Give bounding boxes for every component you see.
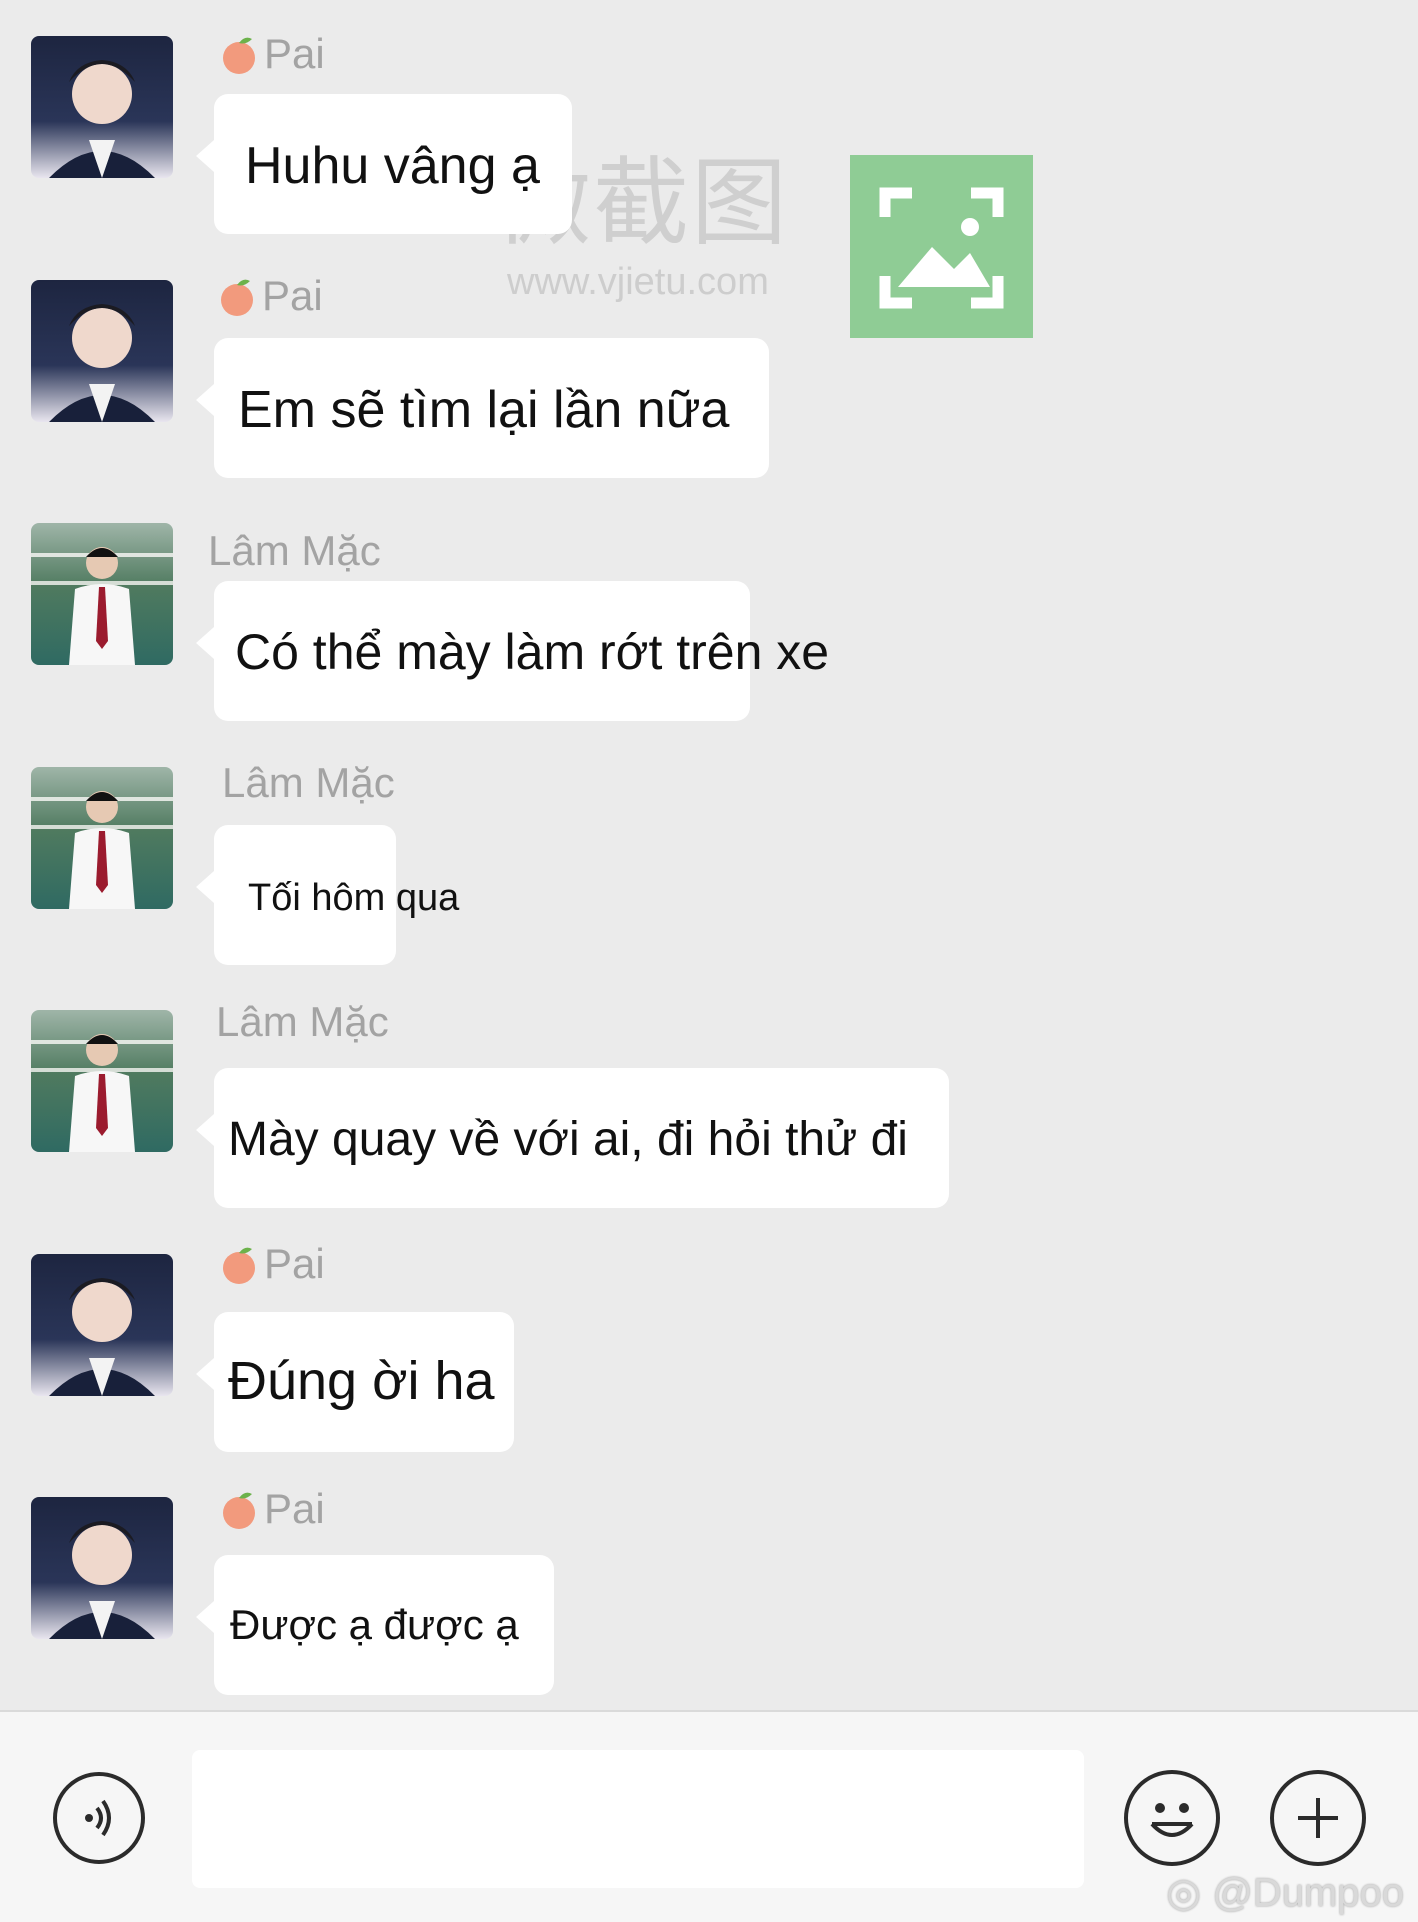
sender-label: Lâm Mặc xyxy=(222,759,395,806)
peach-icon xyxy=(218,1488,260,1530)
avatar[interactable] xyxy=(31,1497,173,1639)
avatar[interactable] xyxy=(31,1010,173,1152)
weibo-icon: ◎ xyxy=(1166,1871,1202,1915)
avatar[interactable] xyxy=(31,1254,173,1396)
message-text: Có thể mày làm rớt trên xe xyxy=(235,624,830,680)
sender-label: Pai xyxy=(262,272,323,319)
watermark-url: www.vjietu.com xyxy=(507,261,769,303)
smiley-icon[interactable] xyxy=(1124,1770,1220,1866)
message-text: Đúng ời ha xyxy=(228,1351,495,1411)
avatar[interactable] xyxy=(31,36,173,178)
peach-icon xyxy=(218,1243,260,1285)
sender-name: Lâm Mặc xyxy=(216,998,389,1046)
message-bubble[interactable]: Huhu vâng ạ xyxy=(196,94,572,234)
message-text: Tối hôm qua xyxy=(248,877,460,919)
sender-name: Lâm Mặc xyxy=(222,759,395,807)
message-bubble[interactable]: Có thể mày làm rớt trên xe xyxy=(196,581,829,721)
sender-name: Pai xyxy=(218,1240,325,1288)
watermark-logo-icon xyxy=(850,155,1033,338)
message-text: Mày quay về với ai, đi hỏi thử đi xyxy=(228,1113,908,1166)
peach-icon xyxy=(216,275,258,317)
message-text: Huhu vâng ạ xyxy=(245,137,540,195)
footer-handle: ◎ @Dumpoo xyxy=(1166,1870,1404,1916)
sender-name: Pai xyxy=(218,30,325,78)
avatar[interactable] xyxy=(31,280,173,422)
message-bubble[interactable]: Tối hôm qua xyxy=(196,825,459,965)
message-bubble[interactable]: Đúng ời ha xyxy=(196,1312,514,1452)
message-text: Được ạ được ạ xyxy=(230,1601,519,1648)
message-text: Em sẽ tìm lại lần nữa xyxy=(238,381,730,439)
peach-icon xyxy=(218,33,260,75)
sender-label: Pai xyxy=(264,1485,325,1532)
sender-name: Pai xyxy=(216,272,323,320)
avatar[interactable] xyxy=(31,767,173,909)
message-bubble[interactable]: Được ạ được ạ xyxy=(196,1555,554,1695)
message-bubble[interactable]: Em sẽ tìm lại lần nữa xyxy=(196,338,769,478)
sender-label: Pai xyxy=(264,1240,325,1287)
avatar[interactable] xyxy=(31,523,173,665)
message-input[interactable] xyxy=(192,1750,1084,1888)
chat-area: 微截图 www.vjietu.com Pai Huhu vâng ạ Pai E… xyxy=(0,0,1418,1710)
sender-label: Lâm Mặc xyxy=(208,527,381,574)
voice-icon[interactable] xyxy=(53,1772,145,1864)
footer-handle-text: @Dumpoo xyxy=(1212,1871,1404,1915)
sender-label: Lâm Mặc xyxy=(216,998,389,1045)
input-bar: ◎ @Dumpoo xyxy=(0,1710,1418,1922)
plus-icon[interactable] xyxy=(1270,1770,1366,1866)
sender-name: Lâm Mặc xyxy=(208,527,381,575)
message-bubble[interactable]: Mày quay về với ai, đi hỏi thử đi xyxy=(196,1068,949,1208)
sender-name: Pai xyxy=(218,1485,325,1533)
sender-label: Pai xyxy=(264,30,325,77)
